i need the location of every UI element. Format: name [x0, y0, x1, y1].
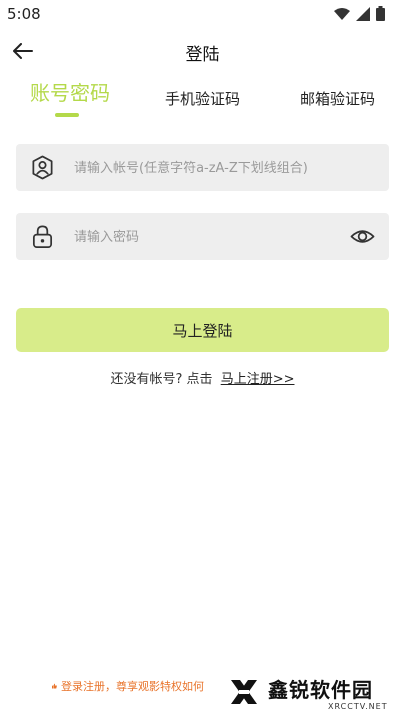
nav-bar: 登陆 [0, 30, 405, 72]
watermark-logo: 鑫锐软件园 XRCCTV.NET [228, 672, 388, 716]
register-link[interactable]: 马上注册>> [221, 372, 295, 387]
register-prompt: 还没有帐号? 点击 [110, 372, 213, 387]
password-field [16, 213, 389, 262]
account-input[interactable] [72, 144, 346, 193]
tab-account-password[interactable]: 账号密码 [30, 77, 110, 106]
user-icon [32, 155, 53, 180]
status-bar: 5:08 [0, 0, 405, 28]
lock-icon [32, 225, 53, 248]
login-button[interactable]: 马上登陆 [16, 308, 389, 352]
signal-icon [356, 6, 370, 21]
account-field [16, 144, 389, 193]
thumbs-up-icon [52, 683, 57, 689]
register-row: 还没有帐号? 点击 马上注册>> [0, 368, 405, 387]
promo-banner[interactable]: 登录注册，尊享观影特权如何 [52, 678, 204, 694]
tab-phone-code[interactable]: 手机验证码 [165, 88, 240, 109]
login-tabs: 账号密码 手机验证码 邮箱验证码 [0, 80, 405, 120]
logo-x-icon [231, 680, 257, 704]
eye-icon[interactable] [350, 224, 375, 249]
tab-indicator [55, 113, 79, 117]
promo-text: 登录注册，尊享观影特权如何 [61, 680, 204, 693]
wifi-icon [334, 7, 350, 20]
battery-icon [376, 6, 385, 21]
watermark-name: 鑫锐软件园 [268, 678, 373, 702]
page-title: 登陆 [185, 45, 220, 65]
password-input[interactable] [72, 213, 346, 262]
watermark-sub: XRCCTV.NET [328, 702, 388, 711]
tab-email-code[interactable]: 邮箱验证码 [300, 88, 375, 109]
status-time: 5:08 [7, 5, 41, 23]
status-icons [334, 6, 385, 21]
